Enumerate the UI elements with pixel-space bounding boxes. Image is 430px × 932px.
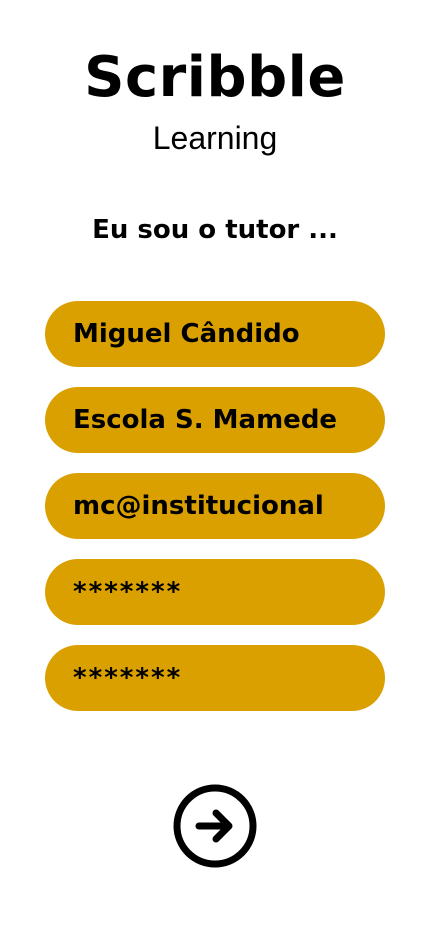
school-field-container[interactable] [45, 387, 385, 453]
school-field[interactable] [73, 405, 369, 435]
app-subtitle: Learning [152, 120, 278, 156]
app-title: Scribble [84, 45, 346, 110]
email-field-container[interactable] [45, 473, 385, 539]
password-field[interactable] [73, 577, 369, 607]
email-field[interactable] [73, 491, 369, 521]
name-field-container[interactable] [45, 301, 385, 367]
next-button[interactable] [172, 783, 258, 869]
signup-screen: Scribble Learning Eu sou o tutor ... [0, 0, 430, 932]
arrow-right-circle-icon [173, 784, 257, 868]
confirm-password-field[interactable] [73, 663, 369, 693]
password-field-container[interactable] [45, 559, 385, 625]
confirm-password-field-container[interactable] [45, 645, 385, 711]
tutor-prompt: Eu sou o tutor ... [92, 215, 338, 245]
name-field[interactable] [73, 319, 369, 349]
